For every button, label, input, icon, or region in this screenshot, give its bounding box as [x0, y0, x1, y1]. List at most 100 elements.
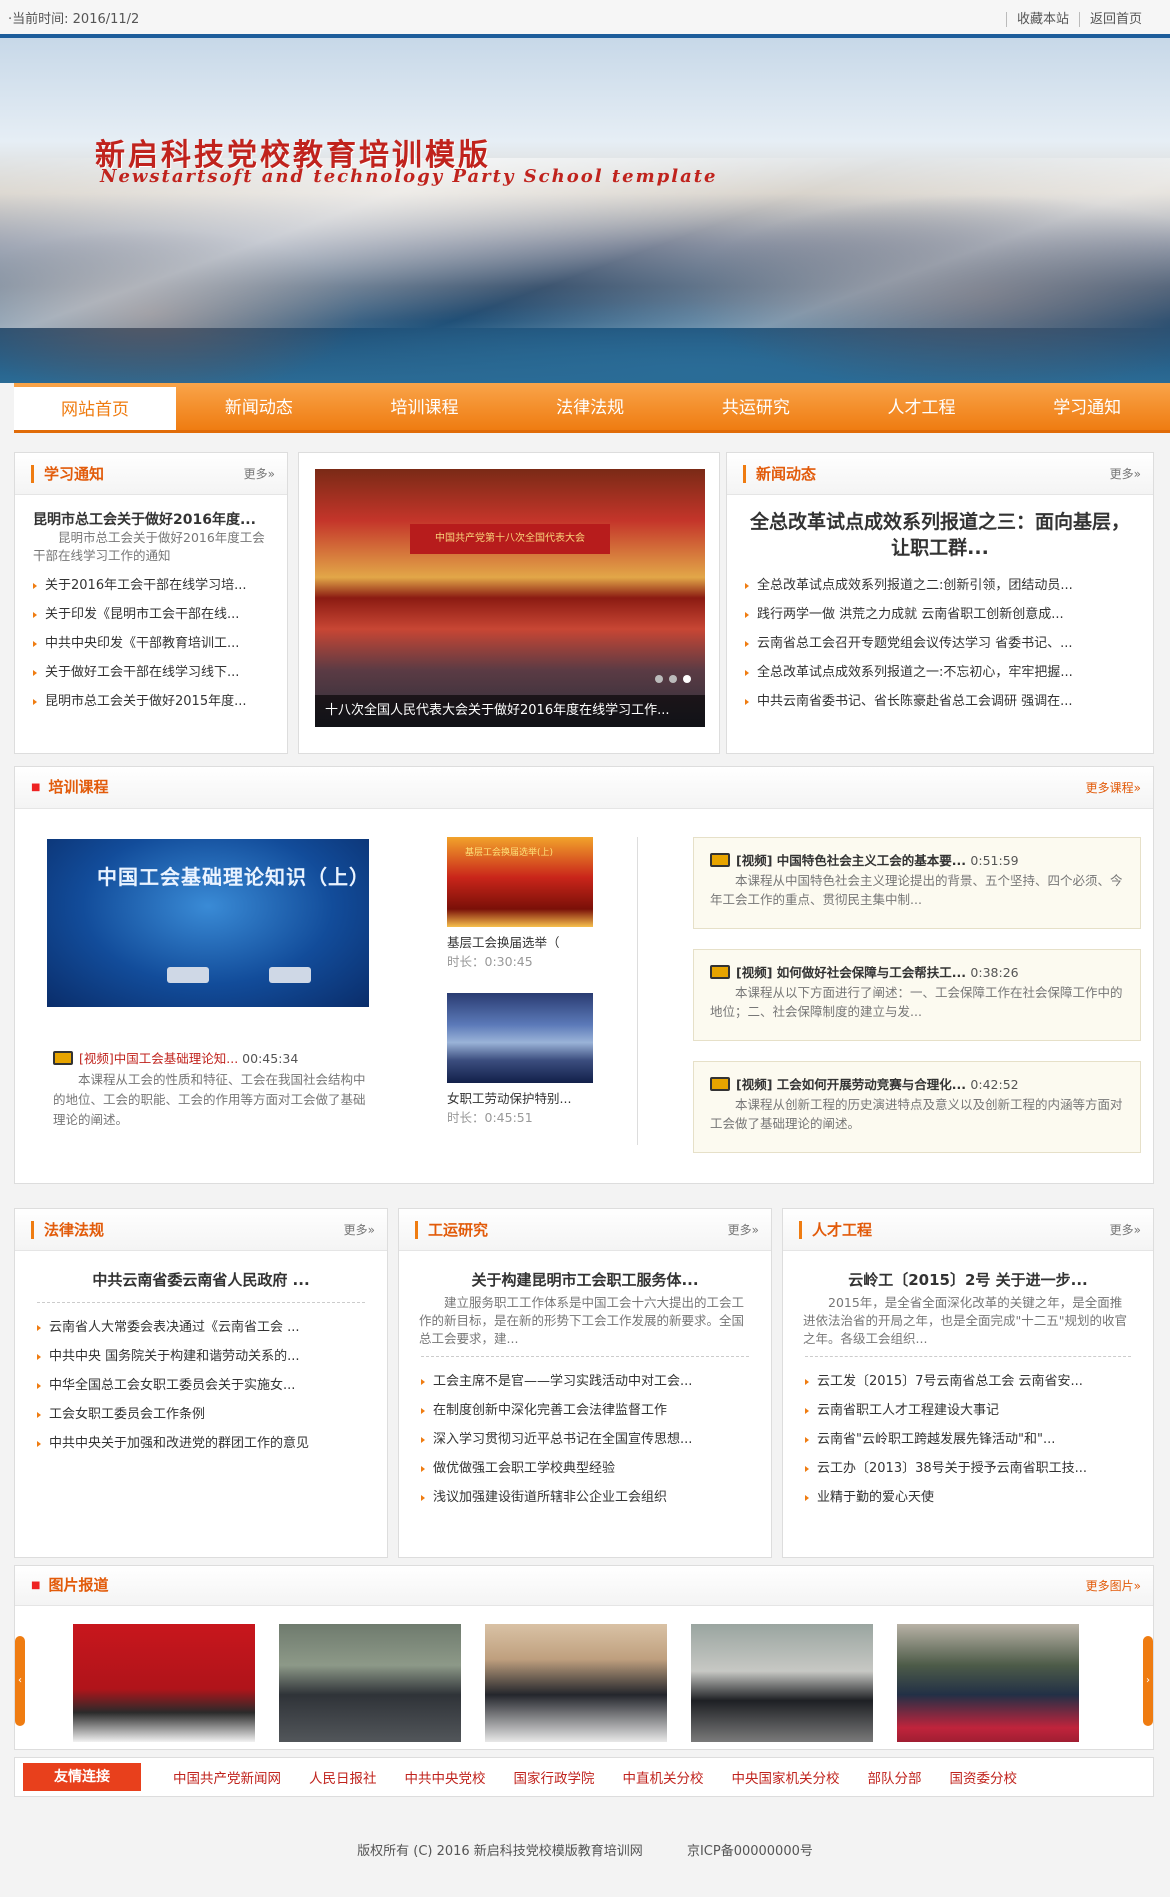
top-links: 收藏本站 返回首页: [1005, 8, 1152, 27]
law-header: 法律法规 更多»: [15, 1209, 387, 1251]
tv-icon: [710, 965, 730, 979]
friend-link[interactable]: 中央国家机关分校: [718, 1767, 854, 1787]
list-item[interactable]: 践行两学一做 洪荒之力成就 云南省职工创新创意成...: [745, 600, 1135, 629]
list-item[interactable]: 工会女职工委员会工作条例: [37, 1400, 365, 1429]
list-item[interactable]: 在制度创新中深化完善工会法律监督工作: [421, 1396, 749, 1425]
slideshow-image[interactable]: 中国共产党第十八次全国代表大会 十八次全国人民代表大会关于做好2016年度在线学…: [315, 469, 705, 727]
list-item[interactable]: 云南省职工人才工程建设大事记: [805, 1396, 1131, 1425]
tv-icon: [53, 1051, 73, 1065]
list-item[interactable]: 云工办〔2013〕38号关于授予云南省职工技...: [805, 1454, 1131, 1483]
law-featured[interactable]: 中共云南省委云南省人民政府 ...: [15, 1251, 387, 1294]
tv-icon: [710, 853, 730, 867]
research-desc: 建立服务职工工作体系是中国工会十六大提出的工会工作的新目标，是在新的形势下工会工…: [419, 1295, 745, 1346]
list-item[interactable]: 全总改革试点成效系列报道之二:创新引领，团结动员...: [745, 571, 1135, 600]
icp-number[interactable]: 京ICP备00000000号: [687, 1844, 813, 1859]
study-notice-title: 学习通知: [31, 464, 104, 483]
list-item[interactable]: 浅议加强建设街道所辖非公企业工会组织: [421, 1483, 749, 1512]
footer: 版权所有 (C) 2016 新启科技党校模版教育培训网 京ICP备0000000…: [0, 1840, 1170, 1859]
research-title: 工运研究: [415, 1220, 488, 1239]
divider: [421, 1356, 749, 1357]
list-item[interactable]: 云工发〔2015〕7号云南省总工会 云南省安...: [805, 1367, 1131, 1396]
list-item[interactable]: 深入学习贯彻习近平总书记在全国宣传思想...: [421, 1425, 749, 1454]
list-item[interactable]: 业精于勤的爱心天使: [805, 1483, 1131, 1512]
list-item[interactable]: 关于2016年工会干部在线学习培...: [33, 571, 269, 600]
friend-link[interactable]: 国资委分校: [936, 1767, 1032, 1787]
slide-dot[interactable]: [683, 675, 691, 683]
list-item[interactable]: 昆明市总工会关于做好2015年度...: [33, 687, 269, 716]
course-big-desc: 本课程从工会的性质和特征、工会在我国社会结构中的地位、工会的职能、工会的作用等方…: [53, 1072, 366, 1127]
list-item[interactable]: 云南省总工会召开专题党组会议传达学习 省委书记、...: [745, 629, 1135, 658]
course-small-meta: 基层工会换届选举（ 时长：0:30:45: [447, 935, 560, 969]
course-big-title[interactable]: [视频]中国工会基础理论知... 00:45:34: [53, 1049, 373, 1068]
course-screen-title: 中国工会基础理论知识（上）: [97, 865, 369, 889]
prev-arrow-icon[interactable]: ‹: [15, 1636, 25, 1726]
courses-title: 培训课程: [31, 778, 108, 797]
current-date: ·当前时间: 2016/11/2: [8, 11, 140, 27]
photos-title: 图片报道: [31, 1576, 108, 1595]
photo-thumb[interactable]: [485, 1624, 667, 1742]
friend-link[interactable]: 中国共产党新闻网: [159, 1767, 295, 1787]
talent-featured[interactable]: 云岭工〔2015〕2号 关于进一步...: [783, 1251, 1153, 1294]
favorite-link[interactable]: 收藏本站: [1005, 11, 1079, 27]
courses-more[interactable]: 更多课程»: [1086, 779, 1141, 796]
list-item[interactable]: 中共云南省委书记、省长陈豪赴省总工会调研 强调在...: [745, 687, 1135, 716]
course-card[interactable]: [视频] 中国特色社会主义工会的基本要... 0:51:59 本课程从中国特色社…: [693, 837, 1141, 929]
news-more[interactable]: 更多»: [1110, 465, 1141, 482]
nav-item-law[interactable]: 法律法规: [507, 383, 673, 430]
course-card[interactable]: [视频] 如何做好社会保障与工会帮扶工... 0:38:26 本课程从以下方面进…: [693, 949, 1141, 1041]
home-link[interactable]: 返回首页: [1078, 11, 1152, 27]
nav-item-research[interactable]: 共运研究: [673, 383, 839, 430]
friend-link[interactable]: 国家行政学院: [500, 1767, 609, 1787]
research-featured[interactable]: 关于构建昆明市工会职工服务体...: [399, 1251, 771, 1294]
photo-thumb[interactable]: [897, 1624, 1079, 1742]
research-more[interactable]: 更多»: [728, 1221, 759, 1238]
friend-link[interactable]: 中直机关分校: [609, 1767, 718, 1787]
list-item[interactable]: 中共中央 国务院关于构建和谐劳动关系的...: [37, 1342, 365, 1371]
study-notice-featured[interactable]: 昆明市总工会关于做好2016年度... 昆明市总工会关于做好2016年度工会干部…: [15, 495, 287, 571]
law-more[interactable]: 更多»: [344, 1221, 375, 1238]
list-item[interactable]: 全总改革试点成效系列报道之一:不忘初心，牢牢把握...: [745, 658, 1135, 687]
study-notice-more[interactable]: 更多»: [244, 465, 275, 482]
featured-title[interactable]: 昆明市总工会关于做好2016年度...: [33, 509, 269, 529]
list-item[interactable]: 中共中央关于加强和改进党的群团工作的意见: [37, 1429, 365, 1458]
news-list: 全总改革试点成效系列报道之二:创新引领，团结动员... 践行两学一做 洪荒之力成…: [727, 571, 1153, 716]
talent-more[interactable]: 更多»: [1110, 1221, 1141, 1238]
nav-item-news[interactable]: 新闻动态: [176, 383, 342, 430]
list-item[interactable]: 云南省"云岭职工跨越发展先锋活动"和"...: [805, 1425, 1131, 1454]
slide-dot[interactable]: [655, 675, 663, 683]
slideshow-panel: 中国共产党第十八次全国代表大会 十八次全国人民代表大会关于做好2016年度在线学…: [298, 452, 720, 754]
slide-caption[interactable]: 十八次全国人民代表大会关于做好2016年度在线学习工作...: [315, 695, 705, 727]
courses-panel: 培训课程 更多课程» 中国工会基础理论知识（上） [视频]中国工会基础理论知..…: [14, 766, 1154, 1184]
course-small-thumb[interactable]: [447, 993, 593, 1083]
divider: [37, 1302, 365, 1303]
law-title: 法律法规: [31, 1220, 104, 1239]
list-item[interactable]: 中华全国总工会女职工委员会关于实施女...: [37, 1371, 365, 1400]
list-item[interactable]: 云南省人大常委会表决通过《云南省工会 ...: [37, 1313, 365, 1342]
copyright: 版权所有 (C) 2016 新启科技党校模版教育培训网: [357, 1844, 643, 1859]
news-headline[interactable]: 全总改革试点成效系列报道之三：面向基层，让职工群...: [727, 495, 1153, 571]
friend-link[interactable]: 部队分部: [854, 1767, 936, 1787]
list-item[interactable]: 中共中央印发《干部教育培训工...: [33, 629, 269, 658]
talent-title: 人才工程: [799, 1220, 872, 1239]
courses-header: 培训课程 更多课程»: [15, 767, 1153, 809]
friend-link[interactable]: 中共中央党校: [391, 1767, 500, 1787]
course-small-thumb[interactable]: 基层工会换届选举(上): [447, 837, 593, 927]
photo-thumb[interactable]: [279, 1624, 461, 1742]
nav-item-courses[interactable]: 培训课程: [342, 383, 508, 430]
course-video-thumb[interactable]: 中国工会基础理论知识（上）: [47, 839, 369, 1007]
list-item[interactable]: 关于做好工会干部在线学习线下...: [33, 658, 269, 687]
nav-item-home[interactable]: 网站首页: [14, 387, 176, 430]
nav-item-talent[interactable]: 人才工程: [839, 383, 1005, 430]
photo-thumb[interactable]: [73, 1624, 255, 1742]
friend-link[interactable]: 人民日报社: [295, 1767, 391, 1787]
list-item[interactable]: 关于印发《昆明市工会干部在线...: [33, 600, 269, 629]
photo-thumb[interactable]: [691, 1624, 873, 1742]
courses-divider: [637, 837, 638, 1145]
nav-item-notice[interactable]: 学习通知: [1004, 383, 1170, 430]
next-arrow-icon[interactable]: ›: [1143, 1636, 1153, 1726]
list-item[interactable]: 工会主席不是官——学习实践活动中对工会...: [421, 1367, 749, 1396]
slide-dot[interactable]: [669, 675, 677, 683]
photos-more[interactable]: 更多图片»: [1086, 1577, 1141, 1594]
course-card[interactable]: [视频] 工会如何开展劳动竞赛与合理化... 0:42:52 本课程从创新工程的…: [693, 1061, 1141, 1153]
list-item[interactable]: 做优做强工会职工学校典型经验: [421, 1454, 749, 1483]
